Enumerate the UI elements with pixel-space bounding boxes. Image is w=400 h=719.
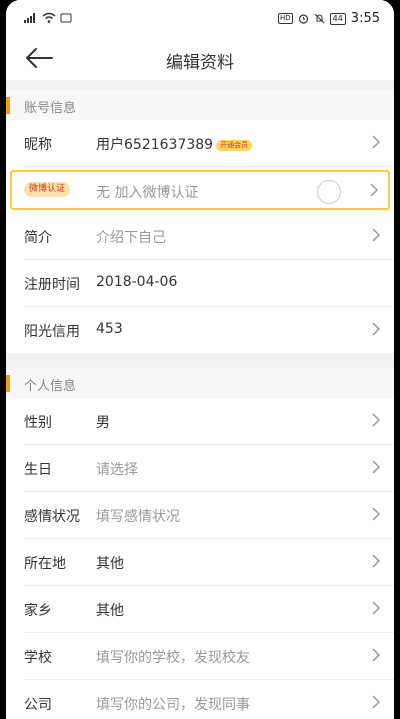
chevron-right-icon xyxy=(372,695,381,709)
gender-label: 性别 xyxy=(24,415,52,431)
section-header: 个人信息 xyxy=(6,368,394,398)
gender-value: 男 xyxy=(96,415,110,431)
relationship-value: 填写感情状况 xyxy=(96,509,180,525)
chevron-right-icon xyxy=(372,507,381,521)
weibo-verify-row[interactable]: 微博认证 无 加入微博认证 xyxy=(10,170,390,210)
section-accent-bar xyxy=(6,375,10,392)
section-header: 账号信息 xyxy=(6,90,394,120)
weibo-verify-badge: 微博认证 xyxy=(24,182,71,197)
chevron-right-icon xyxy=(372,554,381,568)
status-right: HD 44 3:55 xyxy=(277,11,380,26)
credit-label: 阳光信用 xyxy=(24,324,80,340)
battery-icon: 44 xyxy=(329,12,346,25)
nickname-label: 昵称 xyxy=(24,137,52,153)
location-label: 所在地 xyxy=(24,556,66,572)
weibo-verify-value: 无 加入微博认证 xyxy=(96,185,199,201)
nickname-text: 用户6521637389 xyxy=(96,137,214,153)
alarm-icon xyxy=(298,14,308,24)
hd-badge: HD xyxy=(277,13,293,24)
birthday-row[interactable]: 生日 请选择 xyxy=(24,445,394,492)
location-row[interactable]: 所在地 其他 xyxy=(24,539,394,586)
status-bar: HD 44 3:55 xyxy=(6,0,394,36)
nickname-value: 用户6521637389 开通会员 xyxy=(96,134,253,154)
chevron-right-icon xyxy=(372,322,381,336)
credit-row[interactable]: 阳光信用 453 xyxy=(24,307,394,353)
location-value: 其他 xyxy=(96,556,124,572)
personal-section: 个人信息 性别 男 生日 请选择 感情状况 填写感情状况 所在地 其他 家乡 其… xyxy=(6,368,394,719)
notification-icon xyxy=(60,13,72,22)
gender-row[interactable]: 性别 男 xyxy=(24,398,394,445)
chevron-right-icon xyxy=(372,601,381,615)
section-accent-bar xyxy=(6,97,10,114)
status-left xyxy=(24,12,72,23)
birthday-value: 请选择 xyxy=(96,462,138,478)
account-section: 账号信息 昵称 用户6521637389 开通会员 微博认证 无 加入微博认证 简… xyxy=(6,90,394,353)
company-label: 公司 xyxy=(24,697,52,713)
hometown-label: 家乡 xyxy=(24,603,52,619)
signal-icon xyxy=(24,12,38,23)
hometown-value: 其他 xyxy=(96,603,124,619)
credit-value: 453 xyxy=(96,321,123,337)
birthday-label: 生日 xyxy=(24,462,52,478)
relationship-label: 感情状况 xyxy=(24,509,80,525)
intro-label: 简介 xyxy=(24,230,52,246)
intro-row[interactable]: 简介 介绍下自己 xyxy=(24,213,394,260)
chevron-right-icon xyxy=(372,460,381,474)
chevron-right-icon xyxy=(372,135,381,149)
company-value: 填写你的公司，发现同事 xyxy=(96,697,250,713)
status-time: 3:55 xyxy=(350,11,380,26)
section-title: 账号信息 xyxy=(24,101,77,116)
hometown-row[interactable]: 家乡 其他 xyxy=(24,586,394,633)
mute-icon xyxy=(314,13,324,24)
register-time-row: 注册时间 2018-04-06 xyxy=(24,260,394,307)
intro-value: 介绍下自己 xyxy=(96,230,166,246)
register-time-value: 2018-04-06 xyxy=(96,274,178,290)
chevron-right-icon xyxy=(372,228,381,242)
touch-indicator xyxy=(317,180,341,204)
chevron-right-icon xyxy=(372,413,381,427)
company-row[interactable]: 公司 填写你的公司，发现同事 xyxy=(24,680,394,719)
vip-tag[interactable]: 开通会员 xyxy=(216,139,253,151)
school-value: 填写你的学校，发现校友 xyxy=(96,650,250,666)
header: 编辑资料 xyxy=(6,36,394,80)
nickname-row[interactable]: 昵称 用户6521637389 开通会员 xyxy=(24,120,394,167)
page-title: 编辑资料 xyxy=(166,53,234,73)
relationship-row[interactable]: 感情状况 填写感情状况 xyxy=(24,492,394,539)
section-title: 个人信息 xyxy=(24,379,77,394)
school-label: 学校 xyxy=(24,650,52,666)
chevron-right-icon xyxy=(372,648,381,662)
wifi-icon xyxy=(42,12,56,23)
school-row[interactable]: 学校 填写你的学校，发现校友 xyxy=(24,633,394,680)
register-time-label: 注册时间 xyxy=(24,277,80,293)
screen: HD 44 3:55 编辑资料 账号信息 昵称 用户6521637389 开通会… xyxy=(6,0,394,719)
chevron-right-icon xyxy=(370,183,379,197)
